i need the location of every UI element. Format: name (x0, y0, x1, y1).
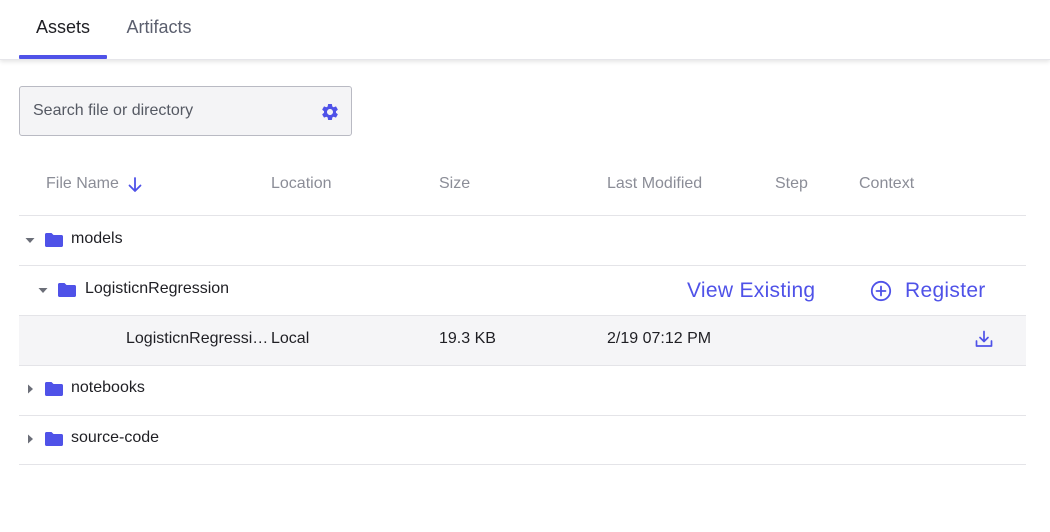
column-header-step[interactable]: Step (775, 172, 808, 196)
caret-down-icon[interactable] (24, 234, 36, 246)
file-size: 19.3 KB (439, 330, 496, 347)
file-last-modified: 2/19 07:12 PM (607, 330, 712, 347)
caret-down-icon[interactable] (37, 284, 49, 296)
column-header-context[interactable]: Context (859, 172, 914, 196)
column-header-size[interactable]: Size (439, 172, 470, 196)
tab-assets[interactable]: Assets (19, 0, 107, 59)
search-input[interactable] (33, 87, 313, 135)
tab-artifacts[interactable]: Artifacts (112, 0, 206, 59)
register-link[interactable]: Register (905, 278, 986, 304)
folder-name-models: models (71, 230, 123, 247)
column-header-last-modified[interactable]: Last Modified (607, 172, 702, 196)
folder-icon (45, 382, 63, 396)
folder-name-logistic: LogisticnRegression (85, 280, 230, 297)
view-existing-link[interactable]: View Existing (687, 278, 815, 304)
search-box (19, 86, 352, 136)
arrow-down-icon[interactable] (127, 176, 143, 194)
plus-circle-icon[interactable] (870, 280, 892, 302)
tree-row-notebooks[interactable] (19, 366, 1026, 416)
folder-icon (45, 233, 63, 247)
tab-bar: Assets Artifacts (0, 0, 1050, 60)
caret-right-icon[interactable] (24, 383, 36, 395)
tree-row-models[interactable] (19, 216, 1026, 266)
file-name[interactable]: LogisticnRegressi… (126, 329, 268, 349)
file-location: Local (271, 330, 310, 347)
folder-icon (45, 432, 63, 446)
folder-name-source-code: source-code (71, 429, 160, 446)
tree-row-source-code[interactable] (19, 415, 1026, 465)
gear-icon[interactable] (320, 102, 340, 122)
folder-name-notebooks: notebooks (71, 379, 145, 396)
caret-right-icon[interactable] (24, 433, 36, 445)
column-header-location[interactable]: Location (271, 172, 332, 196)
download-icon[interactable] (974, 329, 994, 349)
folder-icon (58, 283, 76, 297)
column-header-file-name[interactable]: File Name (46, 172, 119, 196)
